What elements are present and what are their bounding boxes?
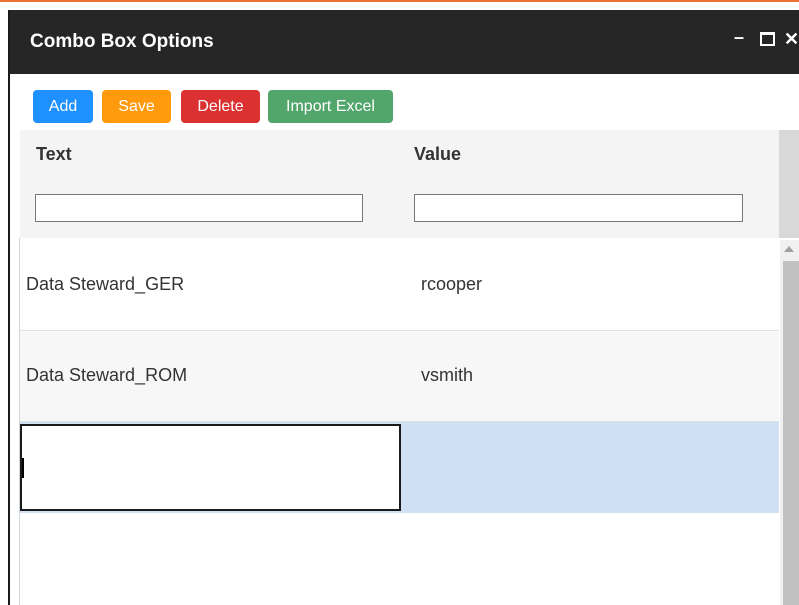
text-cell-editor[interactable]	[20, 424, 401, 511]
close-icon[interactable]: ✕	[784, 30, 799, 48]
table-row[interactable]: Data Steward_ROM vsmith	[20, 331, 779, 422]
delete-button[interactable]: Delete	[181, 90, 260, 123]
window-title: Combo Box Options	[30, 31, 214, 52]
title-bar[interactable]: Combo Box Options – ✕	[10, 10, 799, 74]
text-cell[interactable]: Data Steward_ROM	[26, 365, 187, 386]
grid-header: Text Value	[20, 130, 779, 238]
scrollbar-thumb[interactable]	[783, 261, 799, 605]
text-cell[interactable]: Data Steward_GER	[26, 274, 184, 295]
column-header-value[interactable]: Value	[414, 144, 461, 165]
text-filter-input[interactable]	[35, 194, 363, 222]
text-cursor	[22, 458, 24, 478]
value-cell[interactable]: vsmith	[421, 365, 473, 386]
vertical-scrollbar[interactable]	[780, 240, 799, 605]
window-accent-line	[0, 0, 799, 2]
value-cell[interactable]: rcooper	[421, 274, 482, 295]
column-header-text[interactable]: Text	[36, 144, 72, 165]
toolbar: Add Save Delete Import Excel	[10, 74, 799, 130]
table-row[interactable]: Data Steward_GER rcooper	[20, 240, 779, 331]
add-button[interactable]: Add	[33, 90, 93, 123]
maximize-icon[interactable]	[760, 32, 775, 46]
combo-box-options-window: Combo Box Options – ✕ Add Save Delete Im…	[0, 0, 799, 605]
value-filter-input[interactable]	[414, 194, 743, 222]
minimize-icon[interactable]: –	[734, 28, 744, 46]
import-excel-button[interactable]: Import Excel	[268, 90, 393, 123]
header-scrollbar-gutter	[779, 130, 799, 238]
save-button[interactable]: Save	[102, 90, 171, 123]
scroll-up-icon[interactable]	[784, 246, 794, 252]
